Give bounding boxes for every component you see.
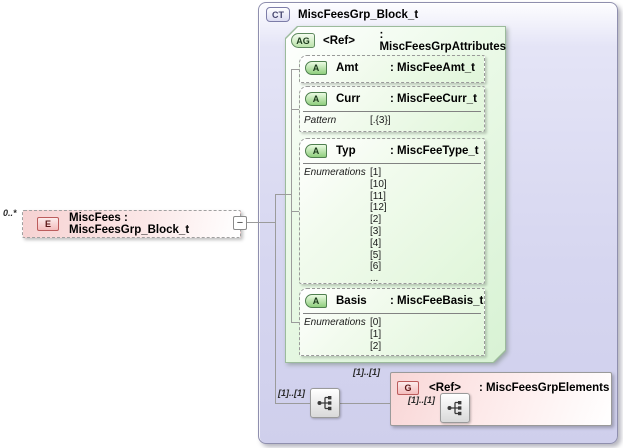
collapse-toggle[interactable]: − bbox=[233, 216, 247, 230]
facet-value: [2] bbox=[370, 340, 382, 352]
complex-type-title: MiscFeesGrp_Block_t bbox=[298, 8, 419, 21]
connector-trunk bbox=[275, 194, 276, 404]
attribute-group-name: <Ref> bbox=[323, 34, 355, 47]
attribute-basis[interactable]: A Basis : MiscFeeBasis_t Enumerations [0… bbox=[299, 288, 485, 356]
attribute-amt-header: A Amt : MiscFeeAmt_t bbox=[300, 56, 484, 80]
element-icon: E bbox=[37, 217, 59, 231]
facet-value: [1] bbox=[370, 328, 382, 340]
facet-label: Enumerations bbox=[304, 167, 366, 178]
sequence-icon[interactable] bbox=[440, 393, 470, 423]
connector-attribute-bracket bbox=[291, 69, 292, 323]
facet-values: [1] [10] [11] [12] [2] [3] [4] [5] [6] .… bbox=[370, 167, 387, 284]
group-occurrence: [1]..[1] bbox=[353, 367, 380, 377]
connector-sequence-to-group bbox=[340, 403, 390, 404]
attribute-name: Amt bbox=[336, 62, 359, 74]
facet-value: [6] bbox=[370, 261, 382, 273]
attribute-group-icon: AG bbox=[291, 33, 315, 48]
facet-value: [2] bbox=[370, 214, 382, 226]
attribute-name: Curr bbox=[336, 93, 361, 105]
facet-value: [1] bbox=[370, 167, 382, 178]
complex-type-icon: CT bbox=[266, 7, 290, 22]
attribute-group-header: AG <Ref> : MiscFeesGrpAttributes bbox=[285, 26, 506, 55]
facet-value: [11] bbox=[370, 190, 386, 202]
sequence-icon[interactable] bbox=[310, 388, 340, 418]
attribute-type: : MiscFeeType_t bbox=[390, 145, 479, 157]
facet-label: Pattern bbox=[304, 115, 337, 126]
facet-value: [5] bbox=[370, 249, 382, 261]
facet-label: Enumerations bbox=[304, 317, 366, 328]
facet-value: [4] bbox=[370, 237, 382, 249]
attribute-icon: A bbox=[305, 92, 327, 106]
facet-values: [.{3}] bbox=[370, 115, 391, 127]
complex-type-header: CT MiscFeesGrp_Block_t bbox=[266, 7, 418, 22]
attribute-type: : MiscFeeAmt_t bbox=[390, 62, 475, 74]
connector-trunk-to-sequence bbox=[275, 403, 311, 404]
group-type: : MiscFeesGrpElements bbox=[479, 382, 610, 394]
facet-value: [3] bbox=[370, 225, 382, 237]
attribute-name: Basis bbox=[336, 295, 367, 307]
element-occurrence: 0..* bbox=[3, 208, 17, 218]
attribute-icon: A bbox=[305, 294, 327, 308]
facet-pattern: Pattern [.{3}] bbox=[300, 112, 484, 127]
attribute-group-type: : MiscFeesGrpAttributes bbox=[379, 28, 506, 53]
facet-enumerations: Enumerations [1] [10] [11] [12] [2] [3] … bbox=[300, 164, 484, 284]
facet-value: [0] bbox=[370, 317, 382, 328]
facet-values: [0] [1] [2] bbox=[370, 317, 381, 352]
attribute-basis-header: A Basis : MiscFeeBasis_t bbox=[300, 289, 484, 313]
attribute-amt[interactable]: A Amt : MiscFeeAmt_t bbox=[299, 55, 485, 83]
attribute-curr-header: A Curr : MiscFeeCurr_t bbox=[300, 87, 484, 111]
sequence-occurrence: [1]..[1] bbox=[278, 388, 305, 398]
minus-icon: − bbox=[236, 217, 244, 229]
xsd-diagram: CT MiscFeesGrp_Block_t AG <Ref> : MiscFe… bbox=[0, 0, 623, 448]
facet-enumerations: Enumerations [0] [1] [2] bbox=[300, 314, 484, 352]
connector-element-to-type bbox=[247, 222, 275, 223]
attribute-curr[interactable]: A Curr : MiscFeeCurr_t Pattern [.{3}] bbox=[299, 86, 485, 132]
facet-value: ... bbox=[370, 273, 379, 284]
attribute-type: : MiscFeeCurr_t bbox=[390, 93, 477, 105]
facet-value: [12] bbox=[370, 202, 387, 214]
attribute-icon: A bbox=[305, 144, 327, 158]
attribute-typ[interactable]: A Typ : MiscFeeType_t Enumerations [1] [… bbox=[299, 138, 485, 284]
connector-trunk-to-attributes bbox=[275, 194, 292, 195]
attribute-name: Typ bbox=[336, 145, 356, 157]
attribute-icon: A bbox=[305, 61, 327, 75]
attribute-typ-header: A Typ : MiscFeeType_t bbox=[300, 139, 484, 163]
group-icon: G bbox=[397, 381, 419, 395]
element-miscfees[interactable]: E MiscFees : MiscFeesGrp_Block_t bbox=[22, 210, 241, 238]
facet-value: [10] bbox=[370, 178, 387, 190]
facet-value: [.{3}] bbox=[370, 115, 391, 126]
group-inner-occurrence: [1]..[1] bbox=[408, 395, 435, 405]
element-label: MiscFees : MiscFeesGrp_Block_t bbox=[69, 212, 190, 236]
attribute-type: : MiscFeeBasis_t bbox=[390, 295, 484, 307]
